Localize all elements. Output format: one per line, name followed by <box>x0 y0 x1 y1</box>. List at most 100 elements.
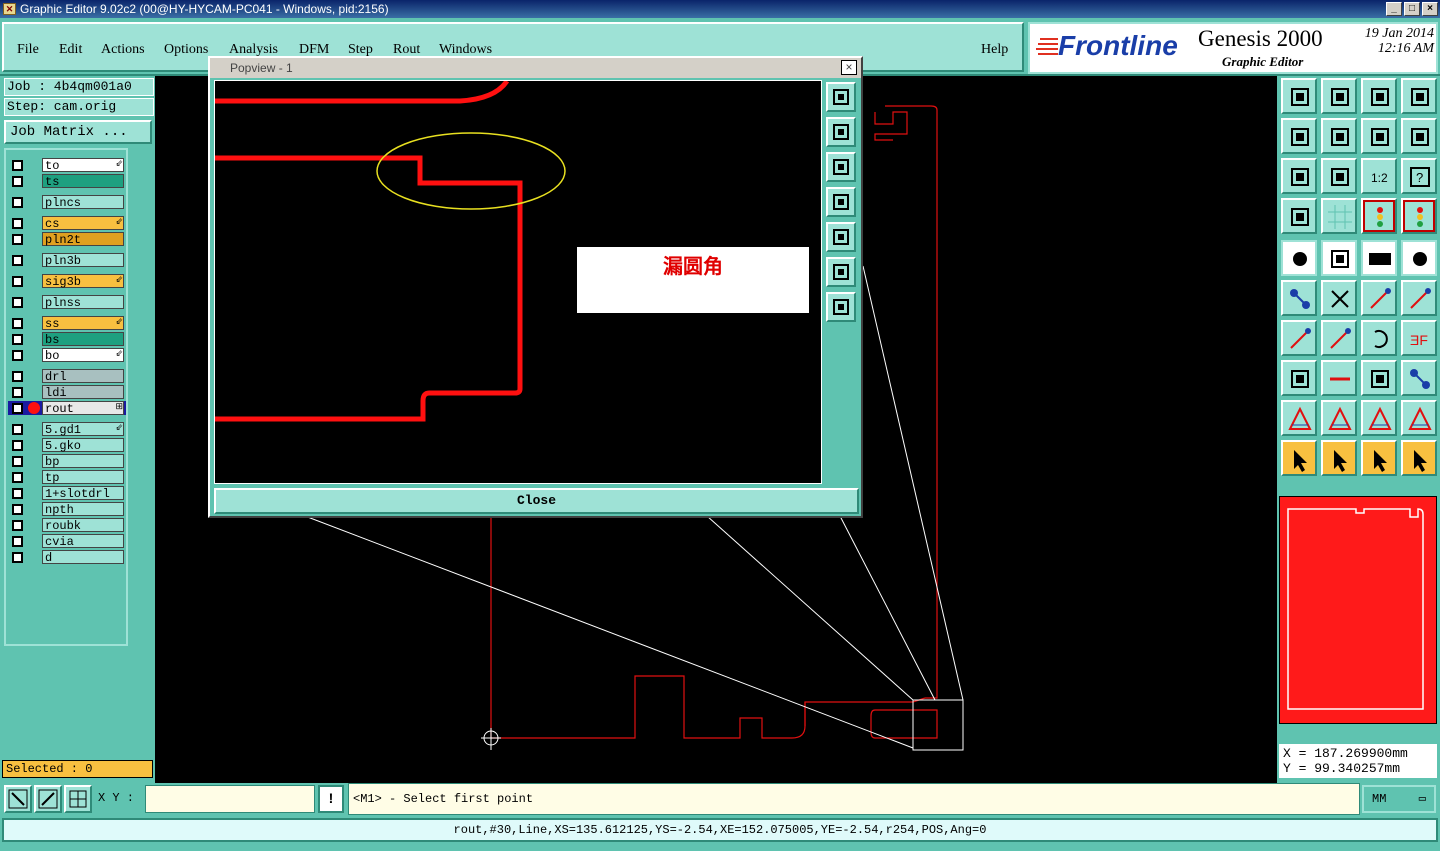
popview-canvas[interactable]: 漏圆角 <box>214 79 822 484</box>
help-tool-button[interactable]: ? <box>1401 158 1437 194</box>
cross-tool-button[interactable] <box>1321 280 1357 316</box>
pad-tool-button[interactable] <box>1281 240 1317 276</box>
popview-tool-button-3[interactable] <box>826 152 856 182</box>
layer-name[interactable]: d <box>42 550 124 565</box>
layer-right-tool-button[interactable] <box>1321 118 1357 154</box>
layer-name[interactable]: bp <box>42 454 124 469</box>
redo-tool-button[interactable] <box>1361 118 1397 154</box>
layer-name[interactable]: 5.gko <box>42 438 124 453</box>
snap-tool-button[interactable] <box>1401 118 1437 154</box>
signal-red-tool-button[interactable] <box>1401 198 1437 234</box>
layer-checkbox[interactable] <box>12 176 23 187</box>
layer-name[interactable]: rout <box>42 401 124 416</box>
window-tool-button[interactable] <box>1401 78 1437 114</box>
maximize-button[interactable]: □ <box>1404 2 1420 16</box>
layer-checkbox[interactable] <box>12 520 23 531</box>
triangle-tool-button[interactable] <box>1281 400 1317 436</box>
signal-tool-button[interactable] <box>1361 198 1397 234</box>
measure-tool-button[interactable] <box>34 785 62 813</box>
layer-row-cs[interactable]: cs ⇙ <box>8 216 126 231</box>
layer-row-ss[interactable]: ss ⇙ <box>8 316 126 331</box>
gear-tool-button[interactable] <box>1401 360 1437 396</box>
layer-row-plncs[interactable]: plncs <box>8 195 126 210</box>
layer-name[interactable]: ts <box>42 174 124 189</box>
layer-name[interactable]: pln2t <box>42 232 124 247</box>
layer-row-tp[interactable]: tp <box>8 470 126 485</box>
move-point-tool-button[interactable] <box>1361 280 1397 316</box>
layer-checkbox[interactable] <box>12 440 23 451</box>
layer-row-bp[interactable]: bp <box>8 454 126 469</box>
xy-input[interactable] <box>145 785 315 813</box>
layer-name[interactable]: 5.gd1 <box>42 422 124 437</box>
layer-checkbox[interactable] <box>12 552 23 563</box>
layer-checkbox[interactable] <box>12 371 23 382</box>
arc-a2-tool-button[interactable] <box>1361 400 1397 436</box>
layer-row-cvia[interactable]: cvia <box>8 534 126 549</box>
layer-name[interactable]: ss <box>42 316 124 331</box>
layer-checkbox[interactable] <box>12 504 23 515</box>
layer-row-rout[interactable]: rout ⊞ <box>8 401 126 416</box>
job-matrix-button[interactable]: Job Matrix ... <box>4 120 152 144</box>
close-window-button[interactable]: × <box>1422 2 1438 16</box>
layer-checkbox[interactable] <box>12 488 23 499</box>
mini-map[interactable] <box>1279 496 1437 724</box>
grid-tool-button[interactable] <box>64 785 92 813</box>
wrench-tool-button[interactable] <box>1281 198 1317 234</box>
fit-tool-button[interactable] <box>1281 158 1317 194</box>
layer-row-ldi[interactable]: ldi <box>8 385 126 400</box>
arc-a3-tool-button[interactable] <box>1401 400 1437 436</box>
layer-row-pln3b[interactable]: pln3b <box>8 253 126 268</box>
layer-checkbox[interactable] <box>12 218 23 229</box>
layer-checkbox[interactable] <box>12 160 23 171</box>
layer-row-plnss[interactable]: plnss <box>8 295 126 310</box>
layer-checkbox[interactable] <box>12 197 23 208</box>
layer-row-pln2t[interactable]: pln2t <box>8 232 126 247</box>
snap-tool-button[interactable] <box>4 785 32 813</box>
ratio-tool-button[interactable]: 1:2 <box>1361 158 1397 194</box>
layer-row-bo[interactable]: bo ⇙ <box>8 348 126 363</box>
home-tool-button[interactable] <box>1281 78 1317 114</box>
layer-name[interactable]: ldi <box>42 385 124 400</box>
layer-checkbox[interactable] <box>12 334 23 345</box>
dash-tool-button[interactable] <box>1321 360 1357 396</box>
popview-tool-button-5[interactable] <box>826 222 856 252</box>
popview-tool-button-1[interactable] <box>826 82 856 112</box>
move-red-tool-button[interactable] <box>1401 280 1437 316</box>
mirror-tool-button[interactable]: ƎF <box>1401 320 1437 356</box>
popview-tool-button-4[interactable] <box>826 187 856 217</box>
alert-button[interactable]: ! <box>318 785 344 813</box>
layer-checkbox[interactable] <box>12 276 23 287</box>
save-tool-button[interactable] <box>1321 78 1357 114</box>
menu-options[interactable]: Options <box>164 42 208 58</box>
popview-tool-button-7[interactable] <box>826 292 856 322</box>
layer-name[interactable]: npth <box>42 502 124 517</box>
popview-tool-button-6[interactable] <box>826 257 856 287</box>
popview-tool-button-2[interactable] <box>826 117 856 147</box>
layer-checkbox[interactable] <box>12 234 23 245</box>
popview-close-button[interactable]: Close <box>214 488 859 514</box>
minimize-button[interactable]: _ <box>1386 2 1402 16</box>
dot-tool-button[interactable] <box>1401 240 1437 276</box>
layer-name[interactable]: drl <box>42 369 124 384</box>
layer-row-ts[interactable]: ts <box>8 174 126 189</box>
layer-row-roubk[interactable]: roubk <box>8 518 126 533</box>
layer-name[interactable]: tp <box>42 470 124 485</box>
layer-row-to[interactable]: to ⇙ <box>8 158 126 173</box>
layer-name[interactable]: bs <box>42 332 124 347</box>
layer-row-5gko[interactable]: 5.gko <box>8 438 126 453</box>
layer-checkbox[interactable] <box>12 424 23 435</box>
layer-row-5gd1[interactable]: 5.gd1 ⇙ <box>8 422 126 437</box>
layer-row-1slotdrl[interactable]: 1+slotdrl <box>8 486 126 501</box>
popview-close-icon[interactable]: × <box>841 60 857 75</box>
select-box-tool-button[interactable] <box>1321 440 1357 476</box>
layer-name[interactable]: sig3b <box>42 274 124 289</box>
layer-name[interactable]: bo <box>42 348 124 363</box>
polygon-tool-button[interactable] <box>1321 240 1357 276</box>
arc-a-tool-button[interactable] <box>1321 400 1357 436</box>
layer-checkbox[interactable] <box>12 318 23 329</box>
layer-row-drl[interactable]: drl <box>8 369 126 384</box>
unit-selector[interactable]: MM ▭ <box>1362 785 1436 813</box>
rotate-tool-button[interactable] <box>1361 320 1397 356</box>
layer-checkbox[interactable] <box>12 297 23 308</box>
menu-help[interactable]: Help <box>981 42 1008 58</box>
